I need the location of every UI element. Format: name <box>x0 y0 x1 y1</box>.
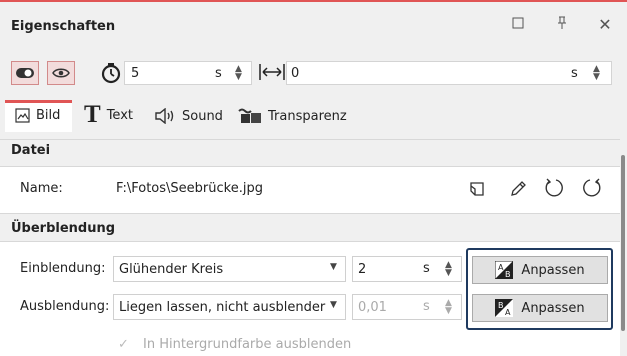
ausblendung-duration-input[interactable]: 0,01 s ▲ ▼ <box>352 294 462 320</box>
divider <box>0 213 620 214</box>
tab-transparenz-label: Transparenz <box>268 108 347 124</box>
duration-value: 5 <box>131 66 140 81</box>
name-field[interactable]: F:\Fotos\Seebrücke.jpg <box>116 181 263 196</box>
einblendung-select[interactable]: Glühender Kreis ▼ <box>113 256 346 282</box>
svg-text:A: A <box>498 263 504 272</box>
edit-image-button[interactable] <box>505 176 531 202</box>
rotate-left-icon <box>545 178 563 197</box>
image-icon <box>15 108 30 123</box>
speaker-icon <box>155 108 174 124</box>
tab-text-label: Text <box>106 107 133 123</box>
checkmark-icon[interactable]: ✓ <box>118 337 129 352</box>
transparency-icon <box>238 108 261 123</box>
offset-input[interactable]: 0 s ▲ ▼ <box>286 61 612 85</box>
chevron-down-icon: ▼ <box>330 300 337 310</box>
offset-value: 0 <box>291 66 300 81</box>
open-folder-button[interactable] <box>464 176 490 202</box>
duration-spinner[interactable]: ▲ ▼ <box>235 65 242 82</box>
einblendung-value: Glühender Kreis <box>119 261 224 277</box>
ausblendung-duration-value: 0,01 <box>358 299 387 315</box>
panel-title: Eigenschaften <box>11 19 116 34</box>
anpassen-einblendung-label: Anpassen <box>521 262 585 278</box>
svg-text:A: A <box>505 308 511 317</box>
einblendung-duration-unit: s <box>423 261 430 276</box>
einblendung-duration-value: 2 <box>358 261 367 277</box>
section-ueberblendung-heading: Überblendung <box>11 221 116 236</box>
duration-unit: s <box>215 66 222 81</box>
transition-ba-icon: BA <box>495 299 514 317</box>
pen-icon <box>511 181 526 196</box>
anpassen-einblendung-button[interactable]: AB Anpassen <box>472 256 608 284</box>
svg-text:B: B <box>498 301 504 310</box>
tab-sound-label: Sound <box>182 108 223 124</box>
tab-bild[interactable]: Bild <box>15 108 60 123</box>
visibility-toggle-button[interactable] <box>11 61 39 85</box>
vertical-scrollbar[interactable] <box>621 155 625 331</box>
tab-transparenz[interactable]: Transparenz <box>238 108 347 124</box>
stopwatch-icon <box>101 62 121 88</box>
eye-icon <box>52 68 70 78</box>
restore-button[interactable] <box>508 17 528 33</box>
einblendung-duration-spinner[interactable]: ▲ ▼ <box>445 261 452 278</box>
einblendung-label: Einblendung: <box>20 261 106 276</box>
width-offset-icon <box>259 63 285 85</box>
folder-open-icon <box>470 182 484 196</box>
tab-bild-label: Bild <box>36 108 61 123</box>
tab-sound[interactable]: Sound <box>154 108 223 124</box>
ausblendung-select[interactable]: Liegen lassen, nicht ausblender ▼ <box>113 294 346 320</box>
pin-icon <box>558 16 566 29</box>
divider <box>0 139 620 140</box>
duration-input[interactable]: 5 s ▲ ▼ <box>124 61 252 85</box>
eye-toggle-button[interactable] <box>47 61 75 85</box>
text-t-icon: T <box>84 101 101 128</box>
offset-spinner[interactable]: ▲ ▼ <box>593 65 600 82</box>
toggle-switch-icon <box>16 68 34 78</box>
restore-icon <box>512 17 524 29</box>
anpassen-ausblendung-button[interactable]: BA Anpassen <box>472 294 608 322</box>
ausblendung-value: Liegen lassen, nicht ausblender <box>119 299 326 315</box>
chevron-down-icon: ▼ <box>330 262 337 272</box>
ausblendung-duration-unit: s <box>423 299 430 314</box>
rotate-right-icon <box>583 178 601 197</box>
ausblendung-duration-spinner[interactable]: ▲ ▼ <box>445 299 452 316</box>
pin-button[interactable] <box>552 16 572 34</box>
anpassen-ausblendung-label: Anpassen <box>521 300 585 316</box>
transition-ab-icon: AB <box>495 261 514 279</box>
rotate-left-button[interactable] <box>542 175 568 201</box>
close-button[interactable]: ✕ <box>595 15 615 34</box>
svg-text:B: B <box>505 270 511 279</box>
offset-unit: s <box>571 66 578 81</box>
tab-text[interactable]: T Text <box>84 101 133 128</box>
name-label: Name: <box>20 181 63 196</box>
einblendung-duration-input[interactable]: 2 s ▲ ▼ <box>352 256 462 282</box>
section-datei-heading: Datei <box>11 143 51 158</box>
rotate-right-button[interactable] <box>578 175 604 201</box>
ausblendung-label: Ausblendung: <box>20 299 110 314</box>
hintergrundfarbe-checkbox-label: In Hintergrundfarbe ausblenden <box>143 337 352 352</box>
